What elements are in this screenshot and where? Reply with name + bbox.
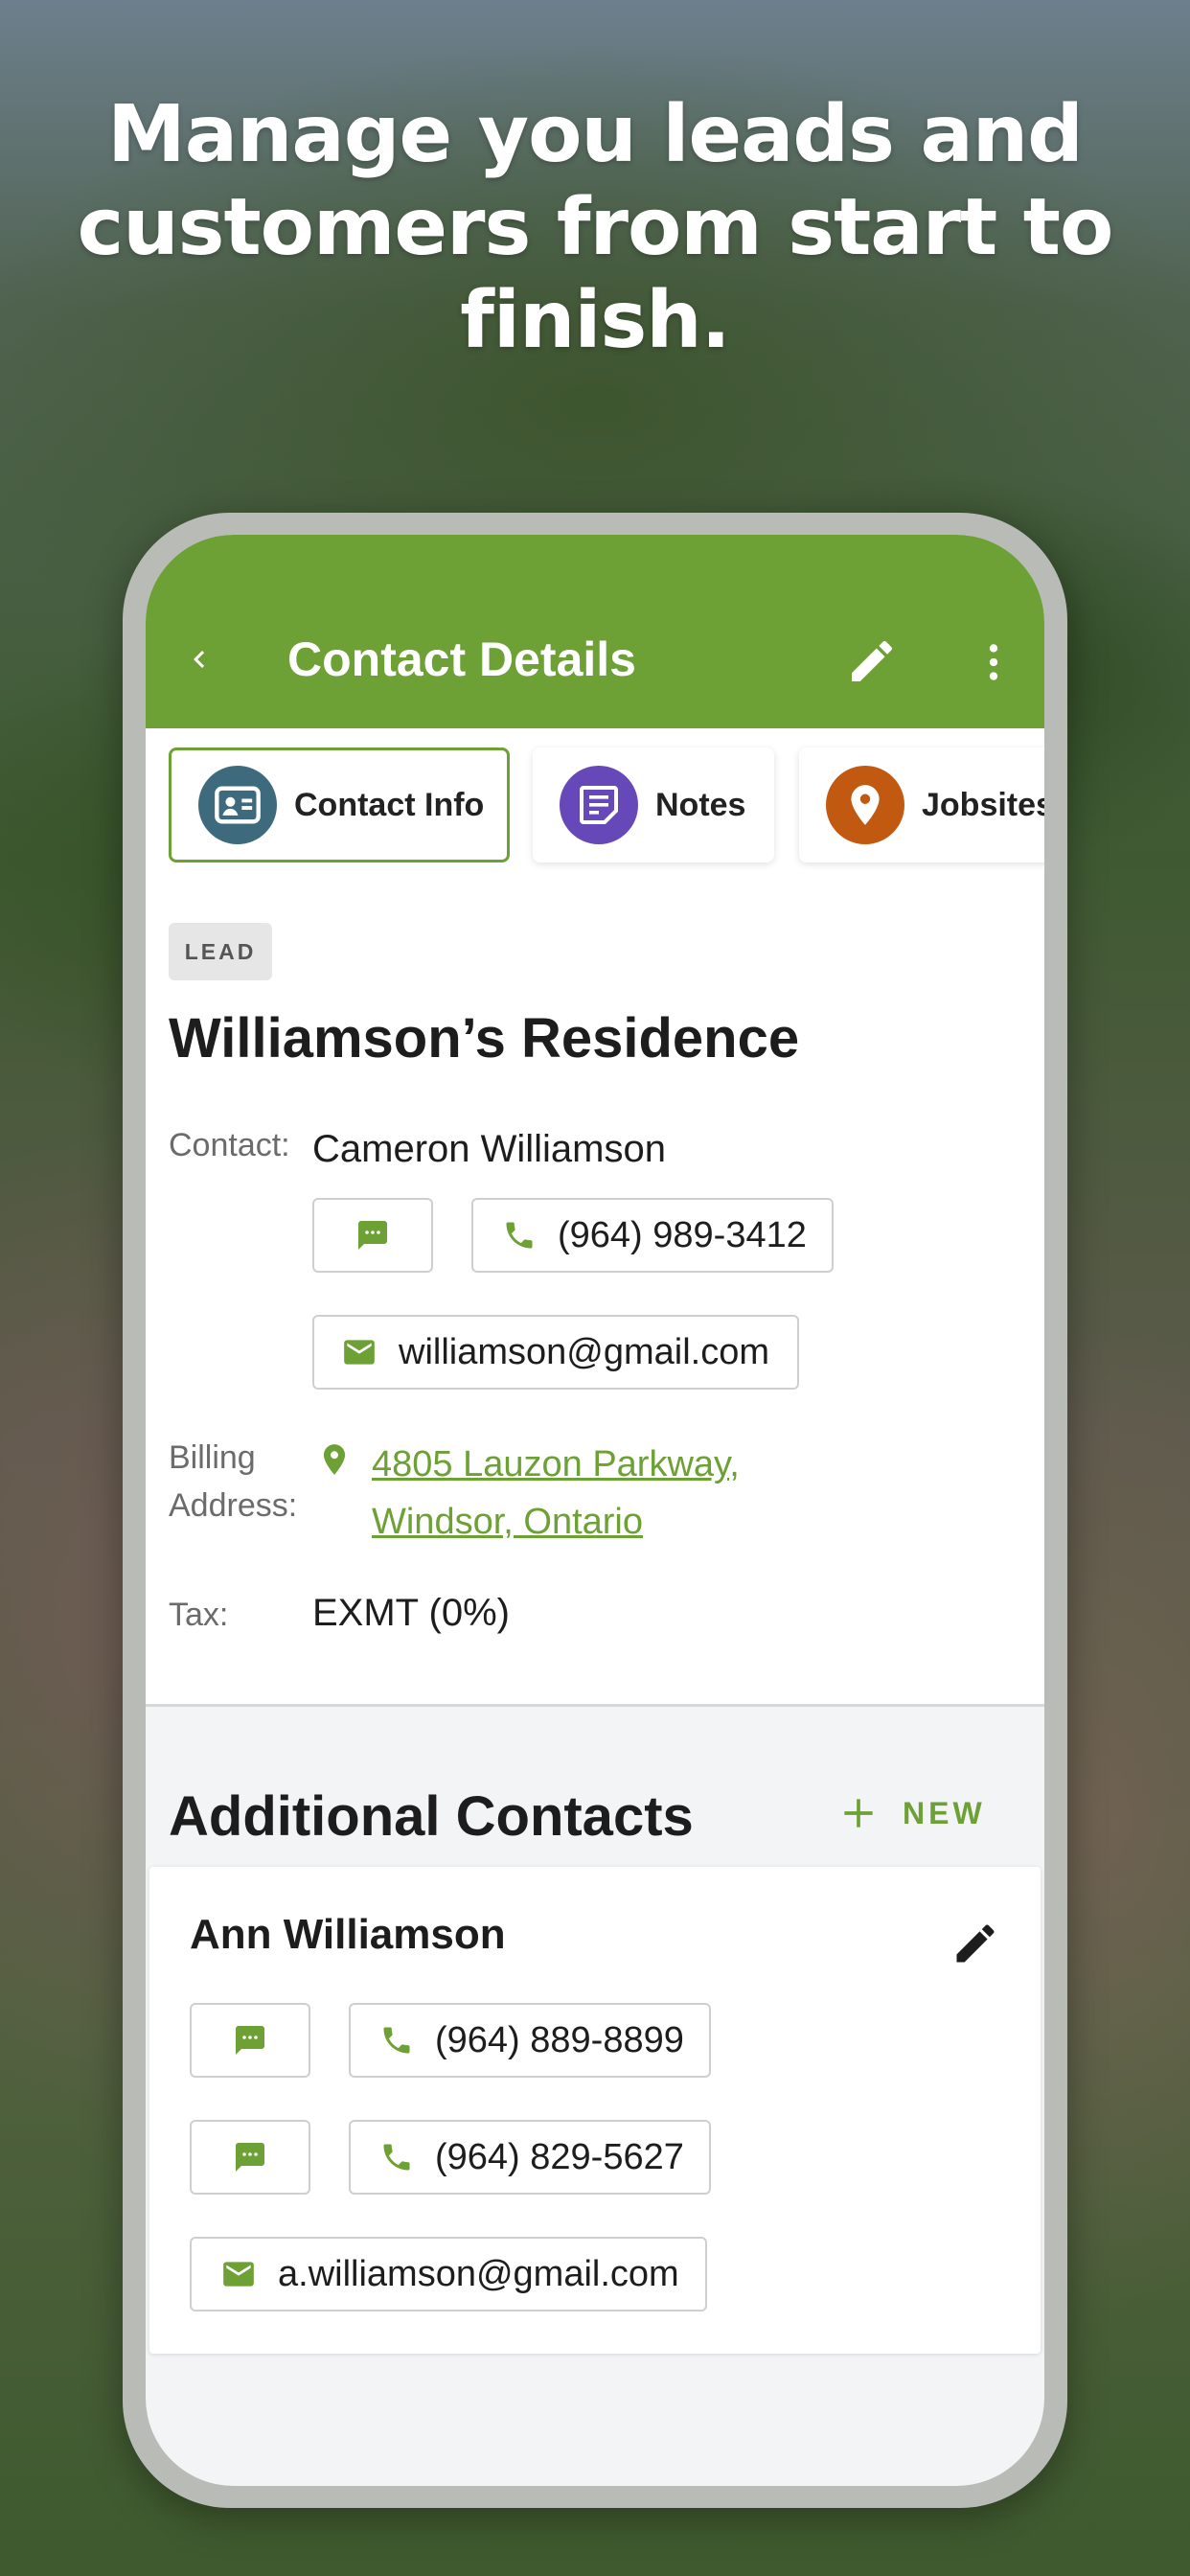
contact-info-section: Contact Info Notes Jobsites LEAD William… <box>146 728 1044 1704</box>
tab-contact-info[interactable]: Contact Info <box>169 748 510 862</box>
location-pin-icon <box>323 1444 346 1475</box>
headline: Manage you leads and customers from star… <box>77 89 1114 366</box>
call-button[interactable]: (964) 889-8899 <box>349 2003 711 2078</box>
message-button[interactable] <box>190 2120 310 2195</box>
address-line: 4805 Lauzon Parkway, <box>372 1444 740 1484</box>
phone-number: (964) 989-3412 <box>558 1214 807 1255</box>
divider <box>146 1704 1044 1707</box>
billing-address-link[interactable]: 4805 Lauzon Parkway, Windsor, Ontario <box>372 1436 889 1551</box>
lead-name: Williamson’s Residence <box>169 1007 800 1070</box>
billing-label: Address: <box>169 1487 298 1524</box>
phone-icon <box>383 2144 410 2171</box>
tab-label: Notes <box>655 786 746 823</box>
new-label: NEW <box>903 1795 986 1830</box>
phone-screen: Contact Details Contact Info Notes Jobsi… <box>146 535 1044 2486</box>
phone-number: (964) 889-8899 <box>435 2019 684 2060</box>
message-icon <box>236 2026 264 2055</box>
back-arrow-icon[interactable] <box>182 642 217 677</box>
edit-pencil-icon[interactable] <box>950 1919 1000 1968</box>
email-address: a.williamson@gmail.com <box>278 2253 679 2294</box>
phone-icon <box>383 2027 410 2054</box>
message-button[interactable] <box>312 1198 433 1273</box>
mail-icon <box>344 1340 375 1365</box>
note-icon <box>560 766 638 844</box>
page-title: Contact Details <box>287 632 636 686</box>
contact-label: Contact: <box>169 1127 290 1163</box>
contact-card-icon <box>198 766 277 844</box>
app-bar: Contact Details <box>146 535 1044 728</box>
contact-name: Ann Williamson <box>190 1911 506 1958</box>
message-icon <box>236 2143 264 2172</box>
additional-contacts-title: Additional Contacts <box>169 1785 694 1848</box>
tax-label: Tax: <box>169 1597 229 1633</box>
call-button[interactable]: (964) 829-5627 <box>349 2120 711 2195</box>
phone-icon <box>506 1222 533 1249</box>
email-address: williamson@gmail.com <box>399 1331 769 1372</box>
tax-value: EXMT (0%) <box>312 1592 510 1634</box>
call-button[interactable]: (964) 989-3412 <box>471 1198 834 1273</box>
contact-card: Ann Williamson (964) 889-8899 (964) 829-… <box>149 1867 1041 2354</box>
status-badge: LEAD <box>169 923 272 980</box>
contact-name: Cameron Williamson <box>312 1128 666 1170</box>
tab-label: Contact Info <box>294 786 485 823</box>
new-contact-button[interactable]: NEW <box>837 1792 986 1834</box>
email-button[interactable]: a.williamson@gmail.com <box>190 2237 707 2312</box>
message-icon <box>358 1221 387 1250</box>
email-button[interactable]: williamson@gmail.com <box>312 1315 799 1390</box>
tab-notes[interactable]: Notes <box>533 748 774 862</box>
tab-label: Jobsites <box>922 786 1044 823</box>
content-area: Contact Info Notes Jobsites LEAD William… <box>146 728 1044 2486</box>
more-vert-icon[interactable] <box>970 636 1018 688</box>
edit-pencil-icon[interactable] <box>845 634 899 688</box>
plus-icon <box>844 1799 873 1828</box>
address-line: Windsor, Ontario <box>372 1502 643 1542</box>
mail-icon <box>223 2262 254 2287</box>
location-pin-icon <box>826 766 904 844</box>
billing-label: Billing <box>169 1439 256 1476</box>
tab-jobsites[interactable]: Jobsites <box>799 748 1044 862</box>
message-button[interactable] <box>190 2003 310 2078</box>
phone-number: (964) 829-5627 <box>435 2136 684 2177</box>
